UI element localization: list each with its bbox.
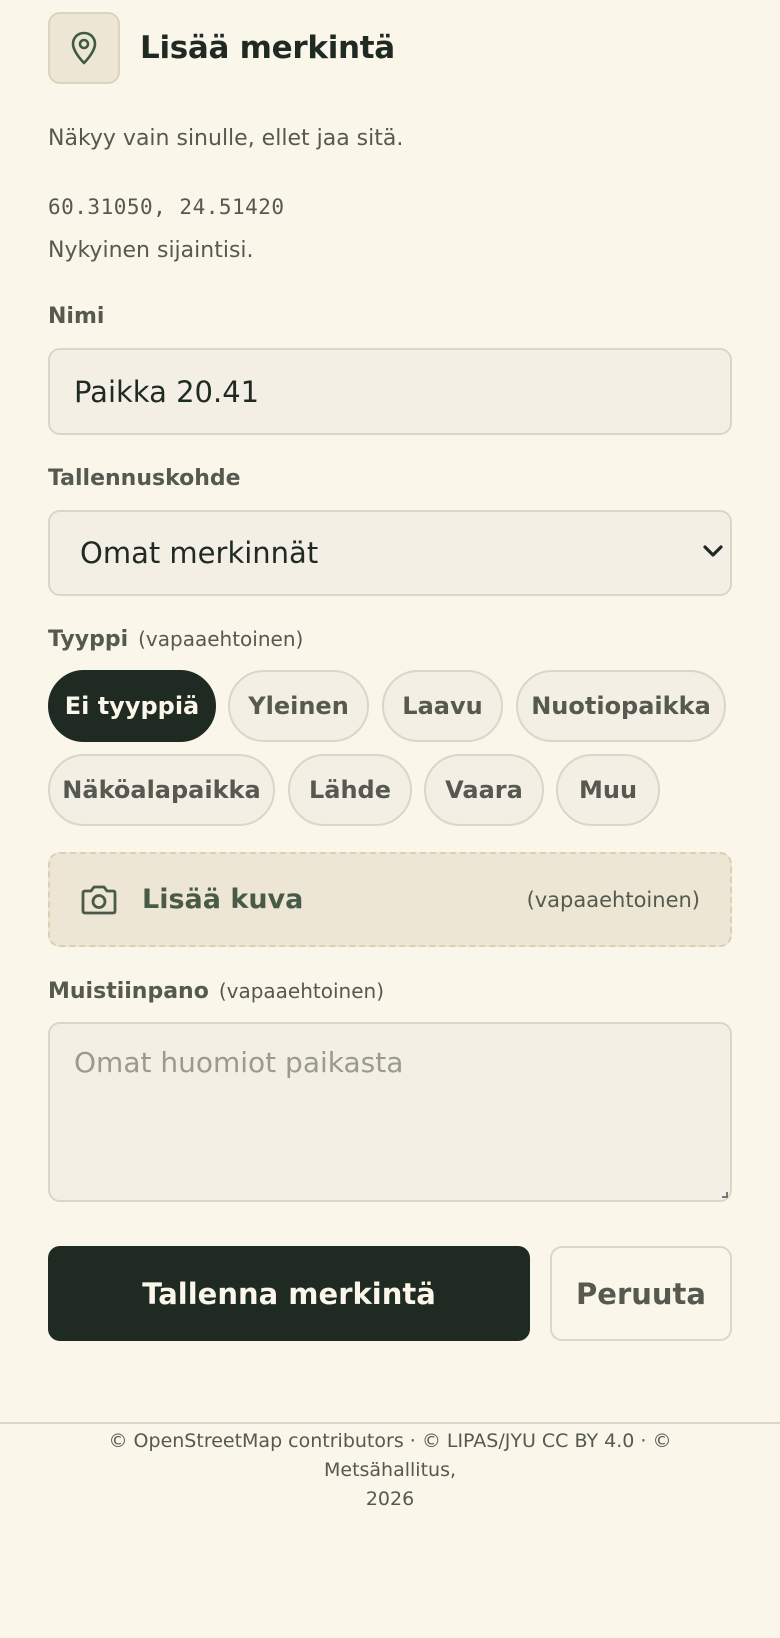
note-label-text: Muistiinpano <box>48 979 209 1004</box>
type-label-text: Tyyppi <box>48 627 129 652</box>
cancel-button[interactable]: Peruuta <box>550 1246 732 1341</box>
note-textarea[interactable]: Omat huomiot paikasta <box>48 1022 732 1202</box>
type-chip-campfire[interactable]: Nuotiopaikka <box>516 670 726 742</box>
location-note: Nykyinen sijaintisi. <box>48 238 254 263</box>
type-chip-other[interactable]: Muu <box>556 754 660 826</box>
form-header: Lisää merkintä <box>48 12 395 84</box>
map-pin-icon <box>48 12 120 84</box>
add-photo-button[interactable]: Lisää kuva (vapaaehtoinen) <box>48 852 732 947</box>
target-select-value: Omat merkinnät <box>80 536 319 570</box>
add-photo-optional: (vapaaehtoinen) <box>526 887 700 912</box>
coordinates-readout: 60.31050, 24.51420 <box>48 195 285 219</box>
map-attribution: © OpenStreetMap contributors · © LIPAS/J… <box>40 1427 740 1514</box>
type-chip-danger[interactable]: Vaara <box>424 754 544 826</box>
target-select[interactable]: Omat merkinnät <box>48 510 732 596</box>
note-optional-text: (vapaaehtoinen) <box>218 979 385 1003</box>
type-chip-general[interactable]: Yleinen <box>228 670 369 742</box>
add-photo-label: Lisää kuva <box>142 884 304 915</box>
resize-handle[interactable] <box>722 1192 728 1198</box>
attribution-line-1: © OpenStreetMap contributors · © LIPAS/J… <box>108 1430 672 1481</box>
save-button[interactable]: Tallenna merkintä <box>48 1246 530 1341</box>
target-label: Tallennuskohde <box>48 466 241 491</box>
name-input[interactable]: Paikka 20.41 <box>48 348 732 435</box>
attribution-line-2: 2026 <box>365 1488 415 1510</box>
type-chip-spring[interactable]: Lähde <box>288 754 412 826</box>
type-label: Tyyppi (vapaaehtoinen) <box>48 627 303 652</box>
name-input-value: Paikka 20.41 <box>74 374 260 409</box>
type-chip-none[interactable]: Ei tyyppiä <box>48 670 216 742</box>
name-label: Nimi <box>48 304 105 329</box>
camera-icon <box>81 885 117 914</box>
footer-divider <box>0 1422 780 1424</box>
type-chip-shelter[interactable]: Laavu <box>382 670 503 742</box>
type-optional-text: (vapaaehtoinen) <box>138 627 304 651</box>
page-title: Lisää merkintä <box>140 30 395 66</box>
visibility-description: Näkyy vain sinulle, ellet jaa sitä. <box>48 126 404 151</box>
note-label: Muistiinpano (vapaaehtoinen) <box>48 979 384 1004</box>
type-chip-viewpoint[interactable]: Näköalapaikka <box>48 754 275 826</box>
note-placeholder: Omat huomiot paikasta <box>74 1046 404 1079</box>
chevron-down-icon <box>703 545 723 557</box>
